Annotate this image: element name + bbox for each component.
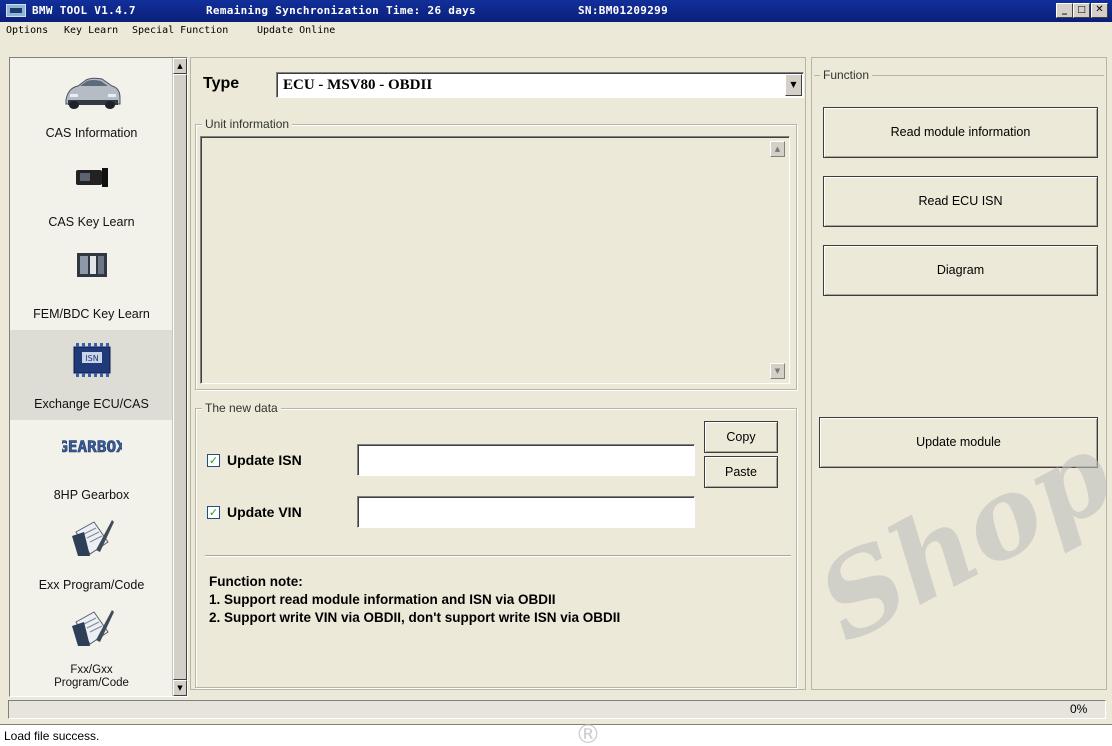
- sidebar-item-label: 8HP Gearbox: [53, 488, 130, 502]
- function-note-line-1: 1. Support read module information and I…: [209, 592, 556, 607]
- chevron-down-icon[interactable]: ▼: [785, 74, 802, 96]
- car-icon: [65, 77, 120, 109]
- update-isn-label: Update ISN: [227, 452, 302, 468]
- group-title: Unit information: [202, 117, 293, 131]
- update-module-button[interactable]: Update module: [819, 417, 1098, 468]
- isn-input[interactable]: [357, 444, 695, 476]
- sidebar-item-label: Exx Program/Code: [38, 578, 145, 592]
- copy-button[interactable]: Copy: [704, 421, 778, 453]
- sidebar-item-8hp-gearbox[interactable]: GEARBOX 8HP Gearbox: [10, 420, 173, 510]
- title-bar: BMW TOOL V1.4.7 Remaining Synchronizatio…: [0, 0, 1112, 22]
- sidebar-item-cas-information[interactable]: CAS Information: [10, 60, 173, 150]
- menu-key-learn[interactable]: Key Learn: [64, 25, 118, 36]
- scroll-up-icon[interactable]: ▲: [770, 141, 785, 157]
- status-bar: Load file success.: [0, 724, 1112, 746]
- isn-chip-icon: ISN: [73, 343, 110, 377]
- sidebar-item-exchange-ecu-cas[interactable]: ISN Exchange ECU/CAS: [10, 330, 173, 420]
- registered-mark: ®: [575, 720, 601, 746]
- scrollbar-thumb[interactable]: [173, 74, 187, 680]
- progress-bar: [8, 700, 1106, 719]
- sync-time-text: Remaining Synchronization Time: 26 days: [206, 4, 476, 17]
- update-vin-checkbox[interactable]: ✓: [207, 506, 220, 519]
- function-note-line-2: 2. Support write VIN via OBDII, don't su…: [209, 610, 621, 625]
- maximize-button[interactable]: □: [1073, 3, 1090, 18]
- sidebar-item-label: CAS Key Learn: [48, 215, 135, 229]
- sidebar-item-fxx-gxx-program-code[interactable]: Fxx/Gxx Program/Code: [10, 600, 173, 696]
- gearbox-icon: GEARBOX: [62, 437, 122, 457]
- sidebar-item-label: FEM/BDC Key Learn: [33, 307, 150, 321]
- group-title: Function: [820, 68, 873, 82]
- menu-bar: Options Key Learn Special Function Updat…: [0, 22, 1112, 42]
- document-icon: [71, 520, 114, 556]
- gearbox-logo-text: GEARBOX: [62, 437, 122, 456]
- sidebar-item-cas-key-learn[interactable]: CAS Key Learn: [10, 150, 173, 240]
- read-ecu-isn-button[interactable]: Read ECU ISN: [823, 176, 1098, 227]
- group-title: The new data: [202, 401, 281, 415]
- sidebar-item-fem-bdc-key-learn[interactable]: FEM/BDC Key Learn: [10, 240, 173, 330]
- sidebar-scrollbar[interactable]: ▲ ▼: [172, 58, 187, 696]
- vin-input[interactable]: [357, 496, 695, 528]
- update-isn-checkbox[interactable]: ✓: [207, 454, 220, 467]
- sidebar-item-exx-program-code[interactable]: Exx Program/Code: [10, 510, 173, 600]
- menu-options[interactable]: Options: [6, 25, 48, 36]
- type-label: Type: [203, 75, 240, 92]
- type-selected-value: ECU - MSV80 - OBDII: [283, 77, 433, 93]
- serial-number: SN:BM01209299: [578, 4, 668, 17]
- read-module-information-button[interactable]: Read module information: [823, 107, 1098, 158]
- scroll-down-icon[interactable]: ▼: [173, 680, 187, 696]
- document-icon: [71, 610, 114, 646]
- sidebar: CAS Information CAS Key Learn FEM/BDC Ke…: [9, 57, 188, 697]
- minimize-button[interactable]: _: [1056, 3, 1073, 18]
- type-select[interactable]: ECU - MSV80 - OBDII ▼: [276, 72, 804, 98]
- scroll-down-icon[interactable]: ▼: [770, 363, 785, 379]
- divider: [205, 555, 791, 557]
- sidebar-item-label: Fxx/Gxx Program/Code: [54, 664, 129, 689]
- chip-label-text: ISN: [85, 354, 98, 363]
- update-vin-label: Update VIN: [227, 504, 302, 520]
- diagram-button[interactable]: Diagram: [823, 245, 1098, 296]
- status-text: Load file success.: [4, 729, 100, 743]
- menu-update-online[interactable]: Update Online: [257, 25, 335, 36]
- app-title: BMW TOOL V1.4.7: [32, 4, 136, 17]
- progress-percent: 0%: [1070, 702, 1088, 716]
- close-button[interactable]: ✕: [1091, 3, 1108, 18]
- function-note-title: Function note:: [209, 574, 303, 589]
- unit-information-textarea[interactable]: ▲ ▼: [200, 136, 790, 384]
- scroll-up-icon[interactable]: ▲: [173, 58, 187, 74]
- menu-special-function[interactable]: Special Function: [132, 25, 228, 36]
- fem-module-icon: [76, 253, 107, 277]
- paste-button[interactable]: Paste: [704, 456, 778, 488]
- sidebar-item-label: Exchange ECU/CAS: [34, 397, 149, 411]
- key-module-icon: [75, 168, 108, 187]
- app-icon: [6, 4, 26, 17]
- sidebar-item-label: CAS Information: [45, 126, 138, 140]
